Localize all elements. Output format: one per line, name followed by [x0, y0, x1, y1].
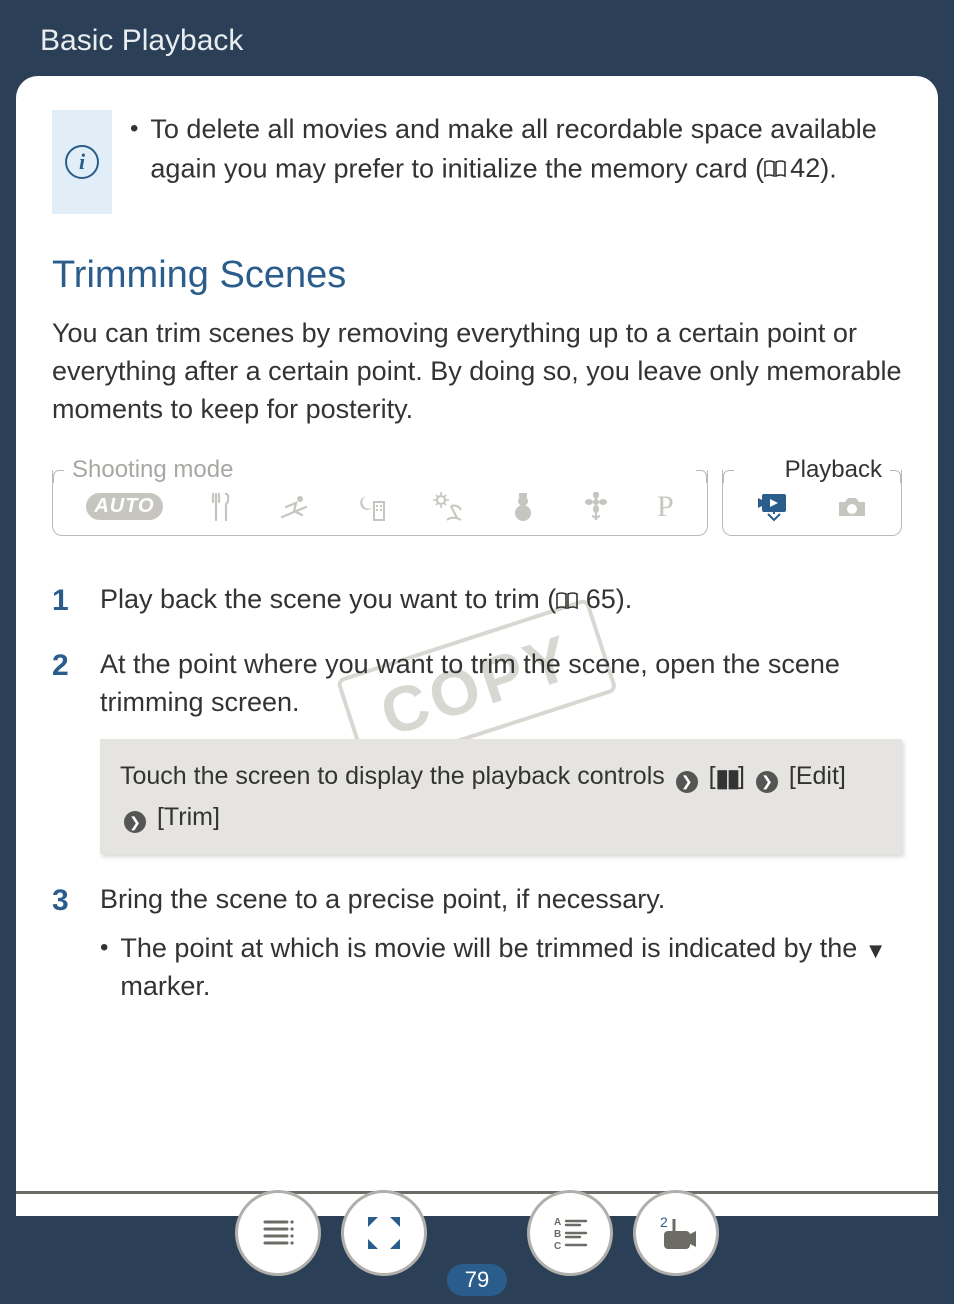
- step2-text: At the point where you want to trim the …: [100, 649, 840, 717]
- info-icon: i: [65, 145, 99, 179]
- page-ref-65: 65: [556, 584, 616, 614]
- pause-icon: ▮▮: [716, 760, 738, 797]
- expand-icon: [364, 1213, 404, 1253]
- svg-text:C: C: [554, 1241, 561, 1252]
- bullet-dot: •: [100, 929, 108, 1006]
- steps-list: Play back the scene you want to trim ( 6…: [52, 580, 902, 1005]
- bracket-close: ]: [738, 762, 745, 790]
- breadcrumb: Basic Playback: [0, 0, 954, 76]
- proceed-icon: ❯: [676, 771, 698, 793]
- page-ref-number: 42: [790, 149, 820, 188]
- edit-label: [Edit]: [789, 762, 846, 790]
- program-mode-icon: P: [657, 490, 674, 524]
- step-1: Play back the scene you want to trim ( 6…: [52, 580, 902, 618]
- photo-playback-icon: [835, 494, 869, 520]
- flower-icon: [582, 492, 610, 522]
- fullscreen-button[interactable]: [341, 1190, 427, 1276]
- step3-text: Bring the scene to a precise point, if n…: [100, 884, 665, 914]
- step1-pre: Play back the scene you want to trim (: [100, 584, 556, 614]
- badge-2-text: 2: [660, 1214, 668, 1230]
- playback-mode-label: Playback: [779, 456, 888, 484]
- index-button[interactable]: A B C: [527, 1190, 613, 1276]
- svg-text:B: B: [554, 1229, 561, 1240]
- book-icon: [764, 160, 786, 178]
- menu-lines-icon: [257, 1212, 299, 1254]
- camera-button[interactable]: 2: [633, 1190, 719, 1276]
- auto-mode-icon: AUTO: [86, 493, 162, 520]
- info-text: To delete all movies and make all record…: [150, 110, 902, 189]
- page-content: i • To delete all movies and make all re…: [16, 76, 938, 1216]
- page-ref-number: 65: [586, 584, 616, 614]
- step3-sub-bullet: • The point at which is movie will be tr…: [100, 929, 902, 1006]
- bullet-dot: •: [130, 110, 138, 189]
- step3-sublist: • The point at which is movie will be tr…: [100, 929, 902, 1006]
- mode-bar: Shooting mode Playback AUTO: [52, 456, 902, 546]
- proceed-icon: ❯: [756, 771, 778, 793]
- abc-list-icon: A B C: [548, 1213, 592, 1253]
- info-bullet-row: • To delete all movies and make all reco…: [130, 110, 902, 189]
- skier-icon: [280, 493, 310, 521]
- step2-callout: Touch the screen to display the playback…: [100, 739, 902, 854]
- trim-marker-icon: ▼: [865, 935, 887, 966]
- camcorder-icon: 2: [654, 1213, 698, 1253]
- page-number-pill: 79: [447, 1264, 507, 1296]
- step-3: Bring the scene to a precise point, if n…: [52, 880, 902, 1005]
- info-text-post: ).: [820, 154, 837, 184]
- snowman-icon: [510, 492, 536, 522]
- step1-post: ).: [616, 584, 633, 614]
- page-ref-42: 42: [764, 149, 820, 188]
- trim-label: [Trim]: [157, 803, 220, 831]
- beach-icon: [433, 492, 463, 522]
- movie-playback-icon: [756, 492, 790, 522]
- section-heading: Trimming Scenes: [52, 254, 902, 297]
- step3-sub-post: marker.: [120, 971, 210, 1001]
- night-building-icon: [357, 492, 387, 522]
- step3-sub-pre: The point at which is movie will be trim…: [120, 933, 864, 963]
- shooting-mode-label: Shooting mode: [66, 456, 239, 484]
- footer-nav: 79 A B C 2: [0, 1184, 954, 1304]
- proceed-icon: ❯: [124, 811, 146, 833]
- book-icon: [556, 592, 578, 610]
- info-callout: i • To delete all movies and make all re…: [52, 110, 902, 214]
- svg-text:A: A: [554, 1217, 561, 1228]
- step-2: At the point where you want to trim the …: [52, 645, 902, 855]
- callout-pre: Touch the screen to display the playback…: [120, 762, 665, 790]
- bracket-open: [: [709, 762, 716, 790]
- section-intro: You can trim scenes by removing everythi…: [52, 315, 902, 428]
- info-icon-container: i: [52, 110, 112, 214]
- toc-button[interactable]: [235, 1190, 321, 1276]
- cutlery-icon: [209, 492, 233, 522]
